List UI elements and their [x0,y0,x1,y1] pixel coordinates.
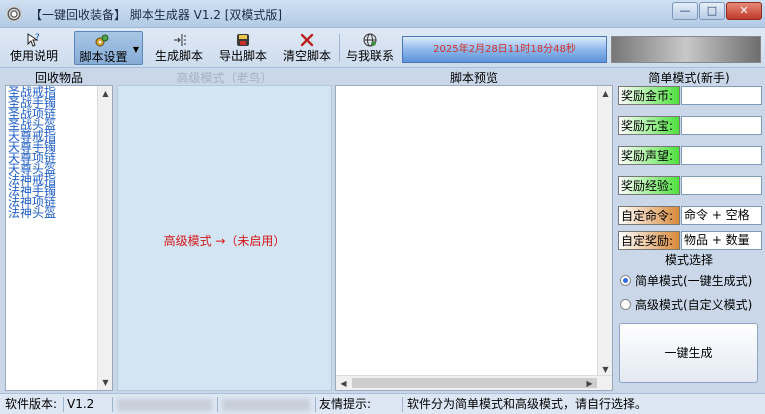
simple-mode-option[interactable]: 简单模式(一键生成式) [620,272,752,289]
command-input[interactable]: 命令 + 空格 [681,206,762,225]
gold-field: 奖励金币: [618,86,762,105]
tip-label: 友情提示: [319,397,372,411]
recycle-scrollbar[interactable]: ▲ ▼ [97,86,112,390]
status-bar: 软件版本: V1.2 友情提示: 软件分为简单模式和高级模式，请自行选择。 [0,393,765,414]
status-panel [611,36,761,63]
status-separator [217,397,218,412]
status-separator [112,397,113,412]
prestige-label: 奖励声望: [618,146,680,165]
dropdown-arrow-icon[interactable]: ▼ [133,45,139,54]
exp-input[interactable] [681,176,762,195]
reward-input[interactable]: 物品 + 数量 [681,231,762,250]
svg-text:?: ? [35,33,40,43]
gears-icon [94,33,110,49]
contact-button[interactable]: 与我联系 [342,31,398,65]
advanced-panel: 高级模式 →（未启用） [117,85,332,391]
recycle-header: 回收物品 [34,71,83,85]
contact-label: 与我联系 [345,49,394,63]
export-script-label: 导出脚本 [218,49,267,63]
preview-header: 脚本预览 [449,71,498,85]
gold-input[interactable] [681,86,762,105]
app-icon [6,6,22,22]
help-icon: ? [26,32,42,48]
radio-unchecked-icon[interactable] [620,299,631,310]
reward-label: 自定奖励: [618,231,680,250]
maximize-button[interactable]: □ [699,2,725,20]
script-preview[interactable]: ▲ ▼ ◀ ▶ [335,85,613,391]
ingot-input[interactable] [681,116,762,135]
datetime-display: 2025年2月28日11时18分48秒 [402,36,607,63]
clear-script-button[interactable]: 清空脚本 [278,31,336,65]
clear-script-label: 清空脚本 [282,49,331,63]
scroll-down-icon[interactable]: ▼ [98,375,113,390]
simple-mode-group: 简单模式(新手) 奖励金币: 奖励元宝: 奖励声望: 奖励经验: 自定命令: 命… [616,68,762,393]
export-icon [235,32,251,48]
blurred-field [117,399,212,411]
mode-select-group: 模式选择 简单模式(一键生成式) 高级模式(自定义模式) 一键生成 [616,253,762,390]
close-button[interactable]: ✕ [726,2,762,20]
gold-label: 奖励金币: [618,86,680,105]
advanced-mode-label: 高级模式(自定义模式) [635,298,753,312]
preview-hscrollbar[interactable]: ◀ ▶ [336,375,612,390]
tip-text: 软件分为简单模式和高级模式，请自行选择。 [407,397,648,411]
title-bar: 【一键回收装备】 脚本生成器 V1.2 [双模式版] — □ ✕ [0,0,765,28]
scroll-up-icon[interactable]: ▲ [98,86,113,101]
minimize-button[interactable]: — [672,2,698,20]
simple-mode-label: 简单模式(一键生成式) [635,274,753,288]
prestige-input[interactable] [681,146,762,165]
mode-header: 模式选择 [664,253,713,267]
command-field: 自定命令: 命令 + 空格 [618,206,762,225]
advanced-status: 高级模式 →（未启用） [163,234,286,248]
script-settings-button[interactable]: 脚本设置 ▼ [74,31,143,65]
help-label: 使用说明 [9,49,58,63]
status-separator [315,397,316,412]
advanced-header: 高级模式（老鸟） [176,71,273,85]
blurred-field [222,399,310,411]
one-click-generate-button[interactable]: 一键生成 [619,323,758,383]
command-label: 自定命令: [618,206,680,225]
ingot-label: 奖励元宝: [618,116,680,135]
scroll-right-icon[interactable]: ▶ [582,376,597,391]
advanced-mode-option[interactable]: 高级模式(自定义模式) [620,296,752,313]
reward-field: 自定奖励: 物品 + 数量 [618,231,762,250]
list-item[interactable]: 法神头盔 [6,207,56,219]
exp-field: 奖励经验: [618,176,762,195]
toolbar-separator [339,34,340,62]
exp-label: 奖励经验: [618,176,680,195]
help-button[interactable]: ? 使用说明 [6,31,62,65]
status-separator [402,397,403,412]
simple-header: 简单模式(新手) [648,71,730,85]
scroll-up-icon[interactable]: ▲ [598,86,613,101]
scroll-left-icon[interactable]: ◀ [336,376,351,391]
scroll-thumb[interactable] [352,378,597,388]
recycle-list[interactable]: 圣战戒指 圣战手镯 圣战项链 圣战头盔 天尊戒指 天尊手镯 天尊项链 天尊头盔 … [5,85,113,391]
globe-icon [362,32,378,48]
window-title: 【一键回收装备】 脚本生成器 V1.2 [双模式版] [30,8,283,22]
generate-icon [171,32,187,48]
version-label: 软件版本: [5,397,58,411]
generate-script-button[interactable]: 生成脚本 [150,31,208,65]
export-script-button[interactable]: 导出脚本 [214,31,272,65]
preview-vscrollbar[interactable]: ▲ ▼ [597,86,612,377]
radio-checked-icon[interactable] [620,275,631,286]
clear-icon [299,32,315,48]
toolbar: ? 使用说明 脚本设置 ▼ 生成脚本 导出脚本 清空脚本 与我联系 2025年2… [0,28,765,68]
generate-script-label: 生成脚本 [154,49,203,63]
status-separator [63,397,64,412]
prestige-field: 奖励声望: [618,146,762,165]
version-value: V1.2 [67,397,95,411]
ingot-field: 奖励元宝: [618,116,762,135]
